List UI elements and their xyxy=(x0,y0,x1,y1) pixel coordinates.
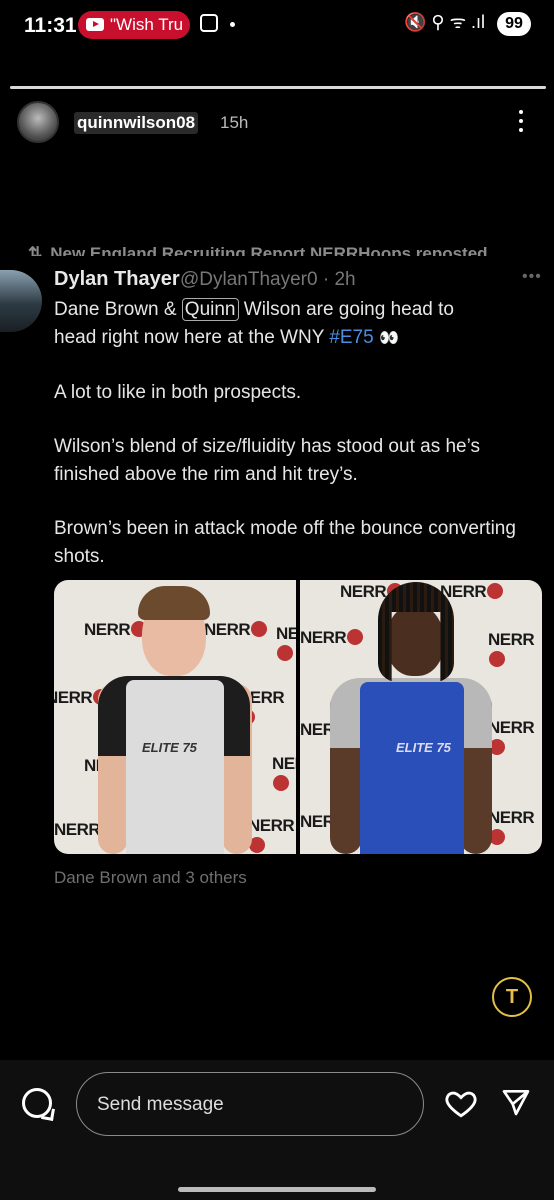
backdrop-logo: NERR xyxy=(440,582,504,602)
backdrop-logo: NERR xyxy=(276,624,296,664)
tweet-paragraph-3: Wilson’s blend of size/fluidity has stoo… xyxy=(54,436,480,485)
youtube-icon xyxy=(86,18,104,31)
backdrop-logo: NERR xyxy=(488,630,542,670)
screenshot-icon xyxy=(200,14,218,32)
tweet-body: Dane Brown & Quinn Wilson are going head… xyxy=(54,296,534,571)
eyes-emoji: 👀 xyxy=(378,330,399,347)
story-progress-bar xyxy=(10,86,546,89)
tweet-paragraph-4: Brown’s been in attack mode off the boun… xyxy=(54,518,516,567)
jersey-text: ELITE 75 xyxy=(142,740,197,755)
more-options-icon[interactable] xyxy=(514,106,528,136)
repost-label: ⇅ New England Recruiting Report NERRHoops… xyxy=(28,240,488,256)
send-message-placeholder: Send message xyxy=(97,1094,224,1115)
backdrop-logo: NERR xyxy=(300,628,364,648)
send-message-input[interactable]: Send message xyxy=(76,1072,424,1136)
home-indicator xyxy=(178,1187,376,1192)
send-paper-plane-icon[interactable] xyxy=(500,1086,532,1118)
story-progress-fill xyxy=(10,86,546,89)
camera-icon[interactable] xyxy=(22,1088,52,1118)
jersey-text: ELITE 75 xyxy=(396,740,451,755)
tweet-line-1: Dane Brown & Quinn Wilson are going head… xyxy=(54,298,454,321)
notification-dot-icon xyxy=(230,22,235,27)
hashtag-link: #E75 xyxy=(329,327,374,348)
media-playing-pill[interactable]: "Wish Tru xyxy=(78,11,190,39)
translate-text-button[interactable]: T xyxy=(492,977,532,1017)
story-username[interactable]: quinnwilson08 xyxy=(74,112,199,134)
tweet-paragraph-2: A lot to like in both prospects. xyxy=(54,382,302,403)
tweet-photo-left: NERR NERR NERR NERR NERR NERR NERR NERR … xyxy=(54,580,296,854)
tweet-author-name: Dylan Thayer xyxy=(54,268,180,290)
player-hair xyxy=(138,586,210,620)
tweet-more-icon: ••• xyxy=(522,268,542,285)
backdrop-logo: NERR xyxy=(84,620,148,640)
backdrop-logo: NERR xyxy=(272,754,296,794)
tweet-photo-right: NERR NERR NERR NERR NERR NERR NERR NERR … xyxy=(300,580,542,854)
backdrop-logo: NERR xyxy=(488,718,542,758)
backdrop-logo: NERR xyxy=(204,620,268,640)
player-jersey xyxy=(126,680,224,854)
system-status-icons: 🔇 ⚲ ᯤ .ıl xyxy=(404,12,486,32)
tweet-author-avatar xyxy=(0,270,42,332)
tweet-author-handle: @DylanThayer0 · 2h xyxy=(180,269,356,290)
tweet-line-2: head right now here at the WNY #E75 👀 xyxy=(54,327,399,348)
status-bar: 11:31 "Wish Tru 🔇 ⚲ ᯤ .ıl 99 xyxy=(0,0,554,52)
story-time-ago: 15h xyxy=(220,113,249,132)
backdrop-logo: NERR xyxy=(488,808,542,848)
status-time: 11:31 xyxy=(24,14,77,37)
like-heart-icon[interactable] xyxy=(444,1086,478,1120)
story-author-avatar[interactable] xyxy=(17,101,59,143)
highlighted-word: Quinn xyxy=(181,298,239,321)
player-head xyxy=(386,604,444,676)
repost-icon: ⇅ xyxy=(28,244,43,256)
media-title: "Wish Tru xyxy=(110,15,184,34)
battery-indicator: 99 xyxy=(497,12,531,36)
tagged-people[interactable]: Dane Brown and 3 others xyxy=(54,868,247,888)
backdrop-logo: NERR xyxy=(248,816,296,854)
player-jersey xyxy=(360,682,464,854)
